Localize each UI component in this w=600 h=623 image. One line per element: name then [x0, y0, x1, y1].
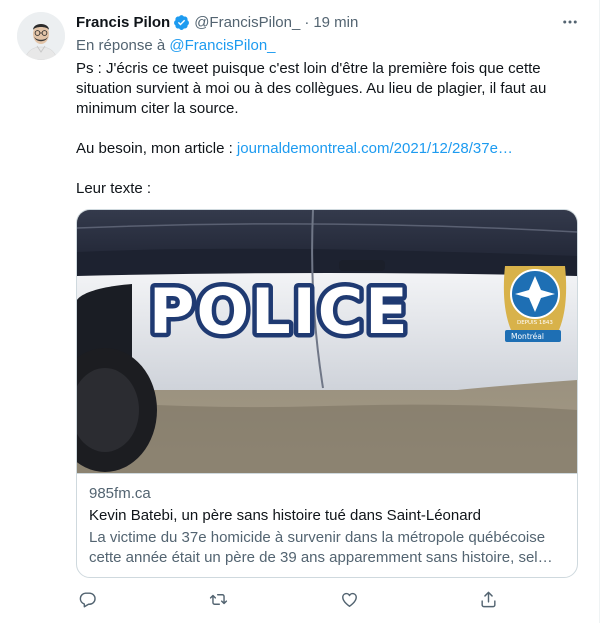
tweet-actions: [76, 588, 506, 614]
tweet[interactable]: Francis Pilon @FrancisPilon_ · 19 min En…: [0, 0, 600, 623]
link-preview-card[interactable]: POLICE POLICE DEPUIS 1843 Montréal 985fm…: [76, 209, 578, 578]
badge-year-text: DEPUIS 1843: [517, 320, 553, 326]
author-handle[interactable]: @FrancisPilon_: [194, 14, 300, 31]
tweet-paragraph-1: Ps : J'écris ce tweet puisque c'est loin…: [76, 60, 547, 117]
reply-prefix: En réponse à: [76, 37, 170, 54]
card-description: La victime du 37e homicide à survenir da…: [89, 529, 553, 566]
tweet-paragraph-3: Leur texte :: [76, 180, 152, 197]
card-domain: 985fm.ca: [89, 485, 151, 502]
verified-badge-icon: [173, 14, 190, 31]
reply-context: En réponse à @FrancisPilon_: [76, 37, 276, 54]
tweet-header: Francis Pilon @FrancisPilon_ · 19 min: [76, 12, 358, 32]
article-link[interactable]: journaldemontreal.com/2021/12/28/37e…: [237, 140, 513, 157]
card-title: Kevin Batebi, un père sans histoire tué …: [89, 507, 481, 524]
avatar-photo: [17, 12, 65, 60]
separator-dot: ·: [304, 13, 310, 31]
share-icon[interactable]: [477, 588, 499, 610]
retweet-icon[interactable]: [207, 588, 229, 610]
reply-mention-link[interactable]: @FrancisPilon_: [169, 37, 275, 54]
author-name[interactable]: Francis Pilon: [76, 14, 170, 31]
tweet-paragraph-2: Au besoin, mon article : journaldemontre…: [76, 139, 576, 159]
card-meta[interactable]: 985fm.ca Kevin Batebi, un père sans hist…: [77, 473, 577, 577]
heart-icon[interactable]: [338, 588, 360, 610]
more-options-icon[interactable]: [560, 12, 580, 32]
avatar[interactable]: [17, 12, 65, 60]
police-car-image: POLICE POLICE DEPUIS 1843 Montréal: [77, 210, 577, 473]
card-image[interactable]: POLICE POLICE DEPUIS 1843 Montréal: [77, 210, 577, 473]
article-prefix: Au besoin, mon article :: [76, 140, 237, 157]
reply-icon[interactable]: [76, 588, 98, 610]
police-text-fill: POLICE: [149, 275, 410, 348]
badge-city-text: Montréal: [511, 332, 544, 341]
tweet-timestamp[interactable]: 19 min: [313, 14, 358, 31]
